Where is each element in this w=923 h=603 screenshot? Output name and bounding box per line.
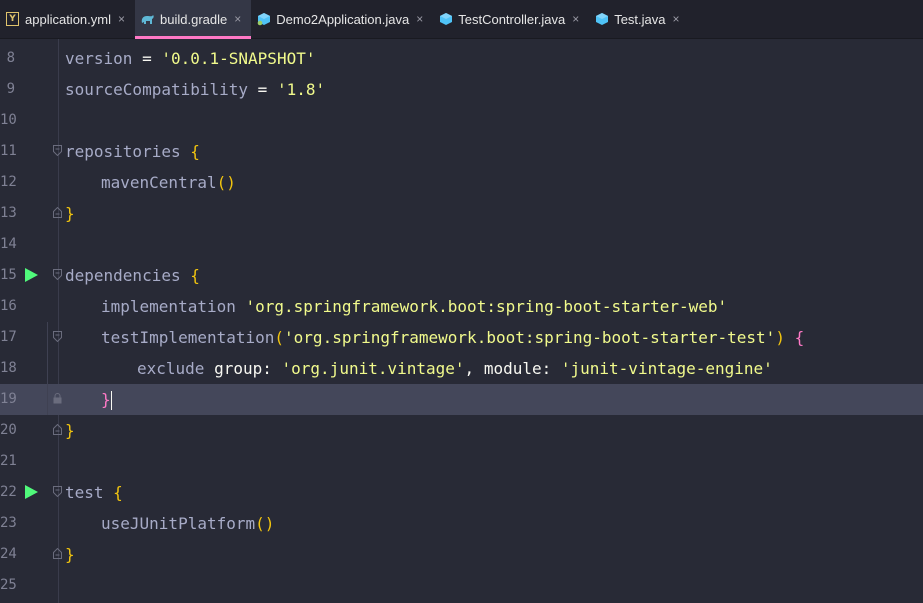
code-line-current[interactable]: 19 } [0, 384, 923, 415]
code-text: dependencies { [65, 266, 200, 285]
tab-application-yml[interactable]: Y application.yml × [0, 0, 135, 38]
code-line[interactable]: 22 test { [0, 477, 923, 508]
code-editor[interactable]: 8 version = '0.0.1-SNAPSHOT' 9 sourceCom… [0, 39, 923, 603]
line-number: 25 [0, 577, 17, 593]
code-line[interactable]: 17 testImplementation('org.springframewo… [0, 322, 923, 353]
yaml-file-icon: Y [5, 12, 20, 27]
code-text: implementation 'org.springframework.boot… [101, 297, 728, 316]
code-line[interactable]: 15 dependencies { [0, 260, 923, 291]
line-number: 14 [0, 236, 17, 252]
tab-label: TestController.java [458, 11, 566, 27]
java-class-icon [256, 12, 271, 27]
java-class-icon [594, 12, 609, 27]
code-line[interactable]: 23 useJUnitPlatform() [0, 508, 923, 539]
fold-close-icon[interactable] [53, 424, 62, 435]
tab-test-java[interactable]: Test.java × [589, 0, 689, 38]
code-text: } [65, 421, 75, 440]
line-number: 8 [6, 50, 15, 66]
fold-open-icon[interactable] [53, 486, 62, 497]
code-line[interactable]: 9 sourceCompatibility = '1.8' [0, 74, 923, 105]
fold-close-icon[interactable] [53, 548, 62, 559]
code-text: test { [65, 483, 123, 502]
line-number: 19 [0, 391, 17, 407]
code-line[interactable]: 10 [0, 105, 923, 136]
line-number: 9 [6, 81, 15, 97]
fold-close-icon[interactable] [53, 207, 62, 218]
code-line[interactable]: 13 } [0, 198, 923, 229]
line-number: 17 [0, 329, 17, 345]
code-text: } [65, 545, 75, 564]
close-icon[interactable]: × [416, 12, 423, 26]
gradle-elephant-icon [140, 12, 155, 27]
code-line[interactable]: 25 [0, 570, 923, 601]
tab-label: Demo2Application.java [276, 11, 410, 27]
line-number: 23 [0, 515, 17, 531]
line-number: 12 [0, 174, 17, 190]
java-class-icon [438, 12, 453, 27]
code-text: } [101, 390, 112, 410]
fold-open-icon[interactable] [53, 331, 62, 342]
code-line[interactable]: 24 } [0, 539, 923, 570]
line-number: 18 [0, 360, 17, 376]
line-number: 11 [0, 143, 17, 159]
tab-demo2application-java[interactable]: Demo2Application.java × [251, 0, 433, 38]
line-number: 10 [0, 112, 17, 128]
close-icon[interactable]: × [118, 12, 125, 26]
code-text: useJUnitPlatform() [101, 514, 275, 533]
line-number: 22 [0, 484, 17, 500]
run-gutter-icon[interactable] [25, 485, 38, 499]
editor-tab-bar: Y application.yml × build.gradle × Demo2… [0, 0, 923, 39]
code-line[interactable]: 12 mavenCentral() [0, 167, 923, 198]
code-line[interactable]: 21 [0, 446, 923, 477]
code-line[interactable]: 20 } [0, 415, 923, 446]
indent-guide [47, 322, 48, 415]
code-text: sourceCompatibility = '1.8' [65, 80, 326, 99]
close-icon[interactable]: × [673, 12, 680, 26]
fold-open-icon[interactable] [53, 145, 62, 156]
code-line[interactable]: 8 version = '0.0.1-SNAPSHOT' [0, 43, 923, 74]
code-text: } [65, 204, 75, 223]
code-line[interactable]: 14 [0, 229, 923, 260]
text-cursor [110, 391, 112, 410]
tab-build-gradle[interactable]: build.gradle × [135, 0, 252, 39]
code-text: repositories { [65, 142, 200, 161]
line-number: 20 [0, 422, 17, 438]
close-icon[interactable]: × [234, 12, 241, 26]
code-text: testImplementation('org.springframework.… [101, 328, 805, 347]
code-line[interactable]: 18 exclude group: 'org.junit.vintage', m… [0, 353, 923, 384]
line-number: 13 [0, 205, 17, 221]
tab-label: Test.java [614, 11, 666, 27]
code-text: version = '0.0.1-SNAPSHOT' [65, 49, 316, 68]
line-number: 15 [0, 267, 17, 283]
run-gutter-icon[interactable] [25, 268, 38, 282]
code-text: mavenCentral() [101, 173, 236, 192]
fold-open-icon[interactable] [53, 269, 62, 280]
tab-testcontroller-java[interactable]: TestController.java × [433, 0, 589, 38]
tab-label: build.gradle [160, 11, 228, 27]
close-icon[interactable]: × [572, 12, 579, 26]
code-line[interactable]: 11 repositories { [0, 136, 923, 167]
line-number: 24 [0, 546, 17, 562]
line-number: 21 [0, 453, 17, 469]
code-line[interactable]: 16 implementation 'org.springframework.b… [0, 291, 923, 322]
tab-label: application.yml [25, 11, 111, 27]
lock-icon[interactable] [53, 393, 62, 404]
code-text: exclude group: 'org.junit.vintage', modu… [137, 359, 773, 378]
line-number: 16 [0, 298, 17, 314]
